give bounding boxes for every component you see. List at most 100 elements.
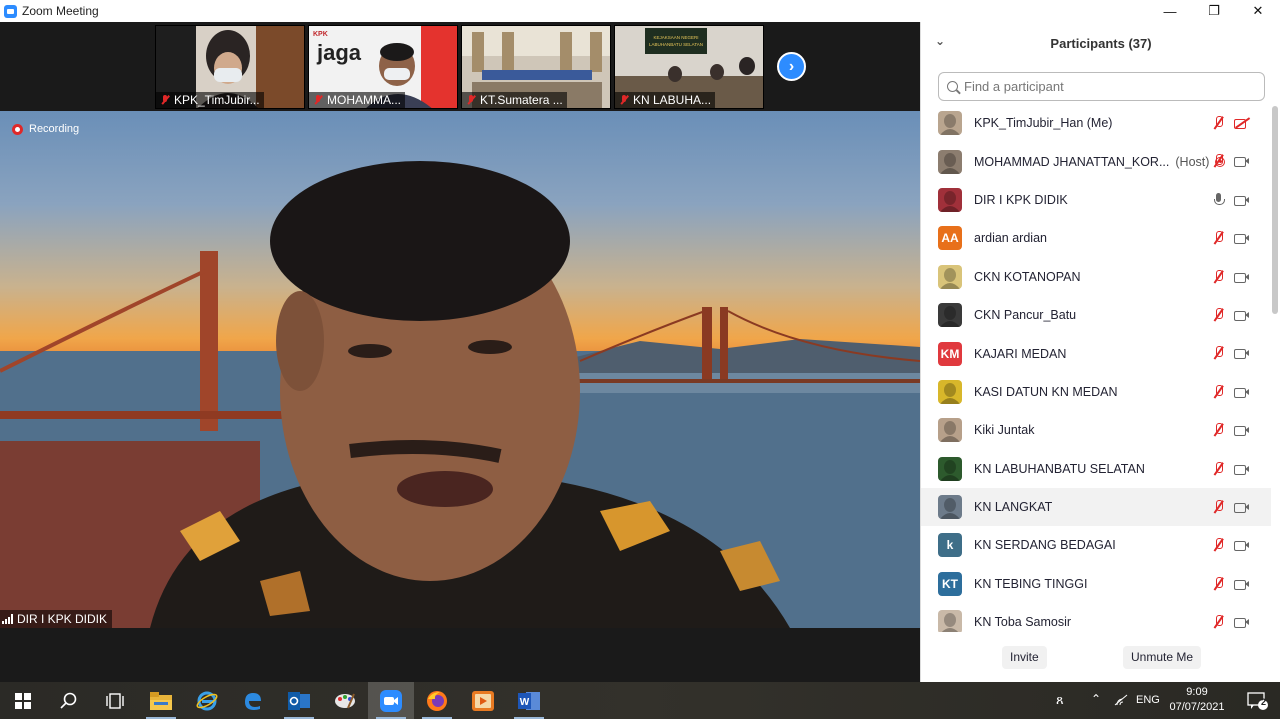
mic-muted-icon[interactable] [1210,116,1226,130]
participant-row[interactable]: DIR I KPK DIDIK [921,181,1271,219]
participant-row[interactable]: KPK_TimJubir_Han (Me) [921,104,1271,142]
file-explorer-button[interactable] [138,682,184,719]
participants-footer: Invite Unmute Me [921,642,1280,672]
camera-icon[interactable] [1234,346,1250,360]
camera-icon[interactable] [1234,462,1250,476]
banner-line-2: LABUHANBATU SELATAN [649,42,703,47]
invite-button[interactable]: Invite [1002,646,1047,669]
participant-row[interactable]: KN Toba Samosir [921,603,1271,632]
participant-row[interactable]: CKN Pancur_Batu [921,296,1271,334]
participant-row[interactable]: KN LABUHANBATU SELATAN [921,450,1271,488]
participant-avatar [938,456,962,481]
participant-name: KN LABUHANBATU SELATAN [974,462,1145,476]
edge-button[interactable] [230,682,276,719]
search-input[interactable] [964,79,1244,94]
participant-row[interactable]: MOHAMMAD JHANATTAN_KOR... (Host) [921,142,1271,180]
zoom-taskbar-button[interactable] [368,682,414,719]
participant-row[interactable]: CKN KOTANOPAN [921,258,1271,296]
language-indicator[interactable]: ENG [1136,694,1160,706]
camera-off-icon[interactable] [1234,116,1250,130]
minimize-button[interactable]: — [1148,0,1192,22]
participant-avatar: k [938,533,962,558]
action-center-button[interactable]: 2 [1234,682,1280,719]
mic-muted-icon[interactable] [1210,231,1226,245]
participant-name: ardian ardian [974,231,1047,245]
video-thumbnail[interactable]: KPK_TimJubir... [155,25,305,109]
close-button[interactable]: ✕ [1236,0,1280,22]
chevron-up-icon[interactable]: ⌃ [1091,692,1101,706]
participant-row[interactable]: KN LANGKAT [921,487,1271,527]
camera-icon[interactable] [1234,577,1250,591]
mic-muted-icon[interactable] [1210,423,1226,437]
participant-search[interactable] [938,72,1265,101]
mic-muted-icon[interactable] [1210,154,1226,168]
restore-button[interactable]: ❐ [1192,0,1236,22]
camera-icon[interactable] [1234,615,1250,629]
camera-icon[interactable] [1234,270,1250,284]
start-button[interactable] [0,682,46,719]
mic-muted-icon[interactable] [1210,538,1226,552]
camera-icon[interactable] [1234,500,1250,514]
participant-row[interactable]: k KN SERDANG BEDAGAI [921,526,1271,564]
next-page-button[interactable]: › [777,52,806,81]
internet-explorer-icon [196,691,218,710]
camera-icon[interactable] [1234,193,1250,207]
outlook-button[interactable] [276,682,322,719]
video-thumbnail[interactable]: KPK jaga MOHAMMA... [308,25,458,109]
participant-name-text: KN LANGKAT [974,500,1053,515]
mic-muted-icon[interactable] [1210,307,1226,322]
taskbar-clock[interactable]: 9:09 07/07/2021 [1165,685,1229,715]
thumbnail-label: MOHAMMA... [309,92,405,108]
recording-indicator[interactable]: Recording [12,123,79,135]
camera-icon[interactable] [1234,308,1250,322]
video-thumbnail[interactable]: KT.Sumatera ... [461,25,611,109]
participants-title: Participants (37) [1050,35,1152,51]
camera-icon[interactable] [1234,231,1250,245]
mic-muted-icon[interactable] [1210,615,1226,629]
mic-muted-icon[interactable] [1210,269,1226,284]
participant-name-text: Kiki Juntak [974,423,1035,438]
word-icon: W [518,691,540,710]
participants-scrollbar[interactable] [1271,104,1279,632]
camera-icon[interactable] [1234,538,1250,552]
camera-icon[interactable] [1234,423,1250,437]
thumbnail-label: KT.Sumatera ... [462,92,567,108]
active-speaker-video[interactable]: Recording DIR I KPK DIDIK [0,111,920,628]
window-controls: — ❐ ✕ [1148,0,1280,22]
wifi-icon[interactable] [1114,694,1128,706]
participant-avatar [938,187,962,212]
participant-name: KN TEBING TINGGI [974,577,1087,591]
participant-avatar: AA [938,226,962,251]
mic-muted-icon[interactable] [1210,384,1226,399]
host-badge: (Host) [1175,154,1210,169]
task-view-button[interactable] [92,682,138,719]
camera-icon[interactable] [1234,154,1250,168]
scrollbar-thumb[interactable] [1272,106,1278,314]
participant-name: DIR I KPK DIDIK [974,193,1068,207]
camera-icon[interactable] [1234,385,1250,399]
participant-name: MOHAMMAD JHANATTAN_KOR... (Host) [974,154,1226,169]
internet-explorer-button[interactable] [184,682,230,719]
video-thumbnail[interactable]: KEJAKSAAN NEGERI LABUHANBATU SELATAN KN … [614,25,764,109]
participant-row[interactable]: KT KN TEBING TINGGI [921,565,1271,603]
participant-name-text: CKN Pancur_Batu [974,308,1077,323]
participant-row[interactable]: AA ardian ardian [921,219,1271,257]
participants-header: ⌄ Participants (37) [921,22,1280,64]
people-icon[interactable]: ጸ [1056,692,1064,708]
word-button[interactable]: W [506,682,552,719]
participant-row[interactable]: KM KAJARI MEDAN [921,334,1271,372]
mic-muted-icon[interactable] [1210,461,1226,476]
participant-row[interactable]: KASI DATUN KN MEDAN [921,373,1271,411]
chevron-down-icon[interactable]: ⌄ [935,34,949,50]
mic-muted-icon[interactable] [1210,576,1226,591]
firefox-button[interactable] [414,682,460,719]
mic-muted-icon[interactable] [1210,499,1226,514]
mic-muted-icon [312,94,324,106]
search-taskbar-button[interactable] [46,682,92,719]
media-player-button[interactable] [460,682,506,719]
participant-row[interactable]: Kiki Juntak [921,411,1271,449]
mic-muted-icon[interactable] [1210,346,1226,360]
mic-icon[interactable] [1210,192,1226,207]
unmute-me-button[interactable]: Unmute Me [1123,646,1202,669]
paint-button[interactable] [322,682,368,719]
